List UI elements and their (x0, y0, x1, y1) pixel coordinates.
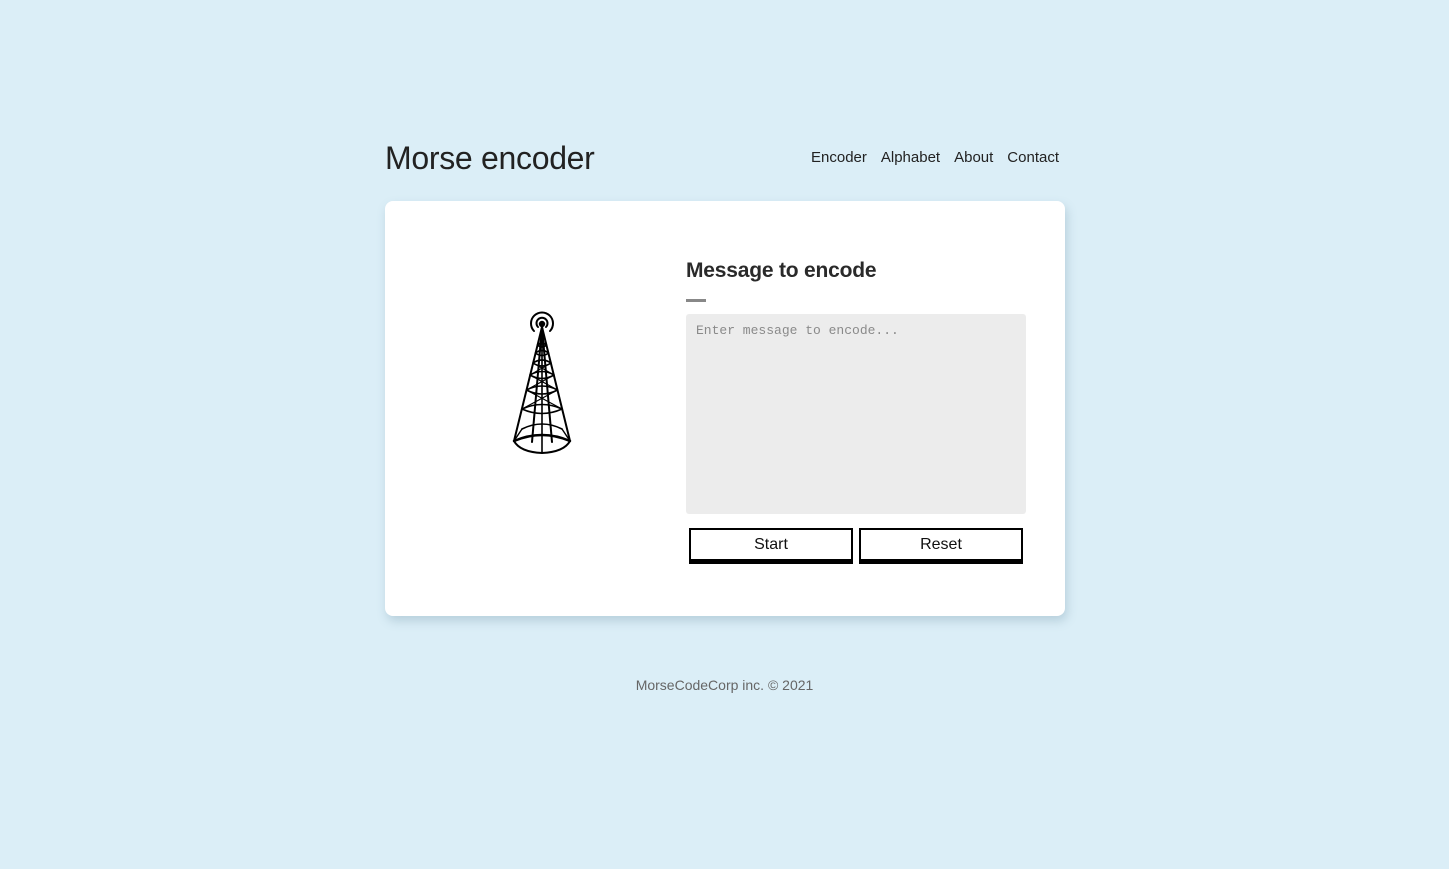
title-divider (686, 299, 706, 302)
message-input[interactable] (686, 314, 1026, 514)
nav-link-about[interactable]: About (954, 148, 993, 168)
nav-link-contact[interactable]: Contact (1007, 148, 1059, 168)
site-header: Morse encoder Encoder Alphabet About Con… (385, 136, 1065, 180)
reset-button[interactable]: Reset (859, 528, 1023, 564)
radio-tower-icon (512, 311, 572, 454)
nav-link-alphabet[interactable]: Alphabet (881, 148, 940, 168)
form-title: Message to encode (686, 259, 877, 282)
main-nav: Encoder Alphabet About Contact (811, 148, 1059, 168)
site-title: Morse encoder (385, 140, 595, 176)
nav-link-encoder[interactable]: Encoder (811, 148, 867, 168)
start-button[interactable]: Start (689, 528, 853, 564)
encoder-card: Message to encode Start Reset (385, 201, 1065, 616)
footer-copyright: MorseCodeCorp inc. © 2021 (635, 677, 814, 693)
